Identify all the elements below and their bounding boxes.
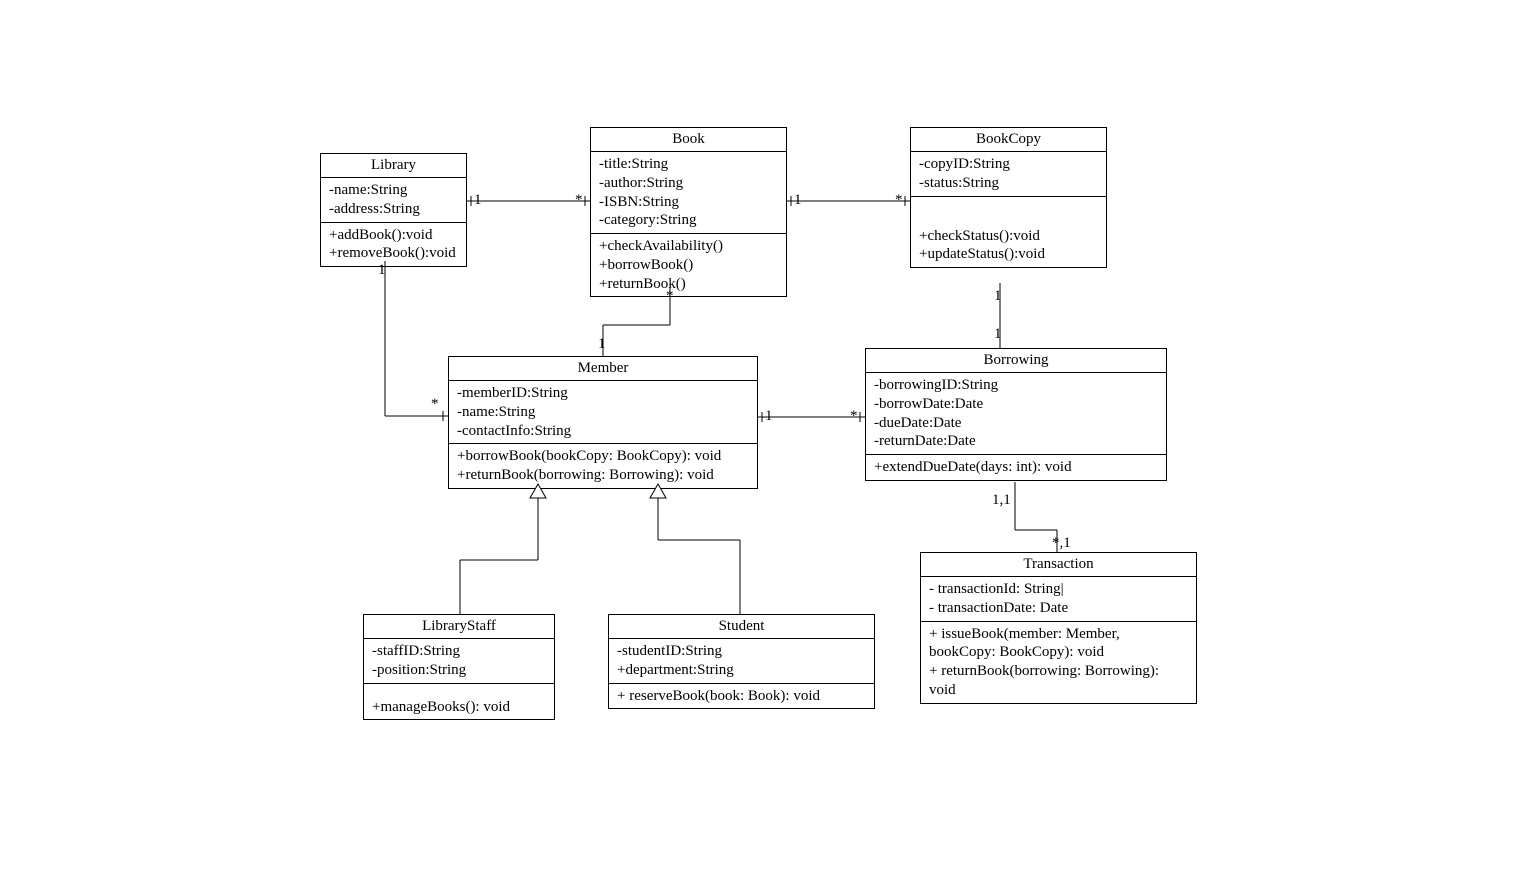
attr: -ISBN:String: [599, 193, 778, 212]
mult-copy-borrow-top: 1: [994, 288, 1002, 305]
mult-lib-member-top: 1: [378, 262, 386, 279]
attr: - transactionId: String|: [929, 580, 1188, 599]
class-borrowing: Borrowing -borrowingID:String -borrowDat…: [865, 348, 1167, 481]
attr: -studentID:String: [617, 642, 866, 661]
class-member: Member -memberID:String -name:String -co…: [448, 356, 758, 489]
op: +returnBook(borrowing: Borrowing): void: [457, 466, 749, 485]
mult-borrow-trans-bottom: *,1: [1052, 535, 1071, 552]
mult-lib-book-right: *: [575, 192, 583, 209]
op: +updateStatus():void: [919, 245, 1098, 264]
class-title: Member: [449, 357, 757, 381]
class-title: Library: [321, 154, 466, 178]
op: + returnBook(borrowing: Borrowing): void: [929, 662, 1188, 700]
class-attrs: - transactionId: String| - transactionDa…: [921, 577, 1196, 622]
attr: -staffID:String: [372, 642, 546, 661]
op: +returnBook(): [599, 275, 778, 294]
class-transaction: Transaction - transactionId: String| - t…: [920, 552, 1197, 704]
attr: -position:String: [372, 661, 546, 680]
mult-book-copy-left: 1: [794, 192, 802, 209]
mult-borrow-trans-top: 1,1: [992, 492, 1011, 509]
attr: -category:String: [599, 211, 778, 230]
class-attrs: -studentID:String +department:String: [609, 639, 874, 684]
attr: -borrowingID:String: [874, 376, 1158, 395]
class-ops: +borrowBook(bookCopy: BookCopy): void +r…: [449, 444, 757, 488]
attr: - transactionDate: Date: [929, 599, 1188, 618]
op: +borrowBook(): [599, 256, 778, 275]
class-title: Student: [609, 615, 874, 639]
op: +checkStatus():void: [919, 227, 1098, 246]
class-ops: + reserveBook(book: Book): void: [609, 684, 874, 709]
class-ops: +addBook():void +removeBook():void: [321, 223, 466, 267]
mult-lib-member-bottom: *: [431, 396, 439, 413]
class-ops: +manageBooks(): void: [364, 684, 554, 720]
class-title: LibraryStaff: [364, 615, 554, 639]
op: +manageBooks(): void: [372, 698, 546, 717]
class-library: Library -name:String -address:String +ad…: [320, 153, 467, 267]
class-attrs: -memberID:String -name:String -contactIn…: [449, 381, 757, 444]
class-title: Book: [591, 128, 786, 152]
op: +removeBook():void: [329, 244, 458, 263]
mult-lib-book-left: 1: [474, 192, 482, 209]
mult-book-member-bottom: 1: [598, 336, 606, 353]
class-attrs: -borrowingID:String -borrowDate:Date -du…: [866, 373, 1166, 455]
class-ops: +extendDueDate(days: int): void: [866, 455, 1166, 480]
attr: -borrowDate:Date: [874, 395, 1158, 414]
class-title: Transaction: [921, 553, 1196, 577]
op: + issueBook(member: Member, bookCopy: Bo…: [929, 625, 1188, 663]
class-attrs: -staffID:String -position:String: [364, 639, 554, 684]
mult-copy-borrow-bottom: 1: [994, 326, 1002, 343]
class-attrs: -copyID:String -status:String: [911, 152, 1106, 197]
class-librarystaff: LibraryStaff -staffID:String -position:S…: [363, 614, 555, 720]
op: +checkAvailability(): [599, 237, 778, 256]
op: +extendDueDate(days: int): void: [874, 458, 1158, 477]
class-ops: +checkAvailability() +borrowBook() +retu…: [591, 234, 786, 296]
class-bookcopy: BookCopy -copyID:String -status:String +…: [910, 127, 1107, 268]
mult-book-member-top: *: [666, 288, 674, 305]
attr: -copyID:String: [919, 155, 1098, 174]
mult-member-borrow-right: *: [850, 408, 858, 425]
mult-member-borrow-left: 1: [765, 408, 773, 425]
class-student: Student -studentID:String +department:St…: [608, 614, 875, 709]
attr: -contactInfo:String: [457, 422, 749, 441]
attr: -name:String: [457, 403, 749, 422]
attr: -address:String: [329, 200, 458, 219]
attr: -memberID:String: [457, 384, 749, 403]
mult-book-copy-right: *: [895, 192, 903, 209]
class-book: Book -title:String -author:String -ISBN:…: [590, 127, 787, 297]
op: +borrowBook(bookCopy: BookCopy): void: [457, 447, 749, 466]
class-attrs: -name:String -address:String: [321, 178, 466, 223]
attr: +department:String: [617, 661, 866, 680]
class-ops: +checkStatus():void +updateStatus():void: [911, 197, 1106, 268]
class-attrs: -title:String -author:String -ISBN:Strin…: [591, 152, 786, 234]
op: + reserveBook(book: Book): void: [617, 687, 866, 706]
attr: -dueDate:Date: [874, 414, 1158, 433]
attr: -status:String: [919, 174, 1098, 193]
attr: -name:String: [329, 181, 458, 200]
class-title: Borrowing: [866, 349, 1166, 373]
op: +addBook():void: [329, 226, 458, 245]
attr: -title:String: [599, 155, 778, 174]
class-title: BookCopy: [911, 128, 1106, 152]
attr: -returnDate:Date: [874, 432, 1158, 451]
class-ops: + issueBook(member: Member, bookCopy: Bo…: [921, 622, 1196, 703]
attr: -author:String: [599, 174, 778, 193]
